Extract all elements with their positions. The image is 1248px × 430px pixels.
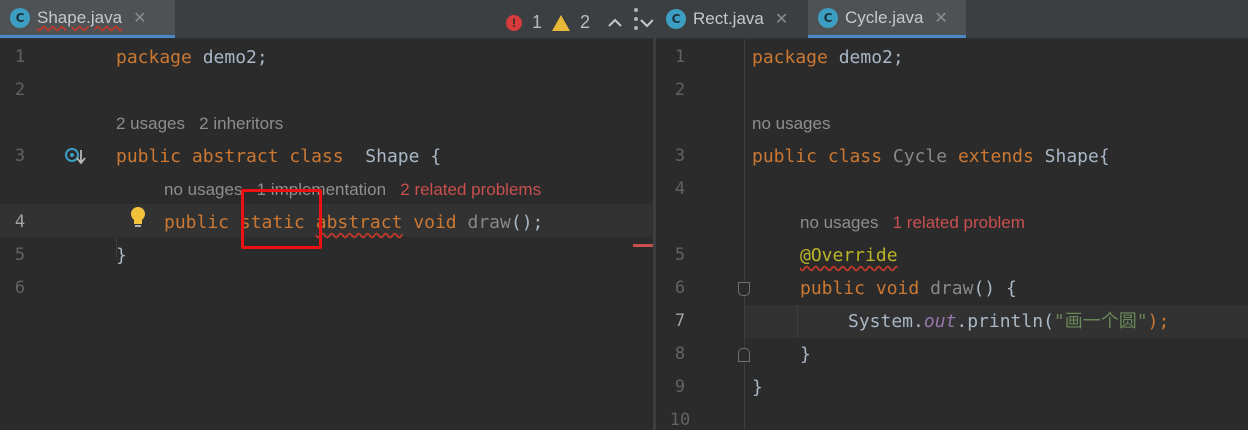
line-number: 1 [674,47,686,67]
inspection-widget[interactable]: ! 1 2 [506,12,653,33]
warning-icon [552,14,571,31]
line-number: 2 [14,80,26,100]
class-usage-hints[interactable]: 2 usages 2 inheritors [116,107,283,140]
line-number: 4 [674,179,686,199]
code-line-9: } [752,377,763,398]
line-number: 4 [14,212,26,232]
line-number: 9 [674,377,686,397]
error-stripe-mark[interactable] [633,244,653,247]
line-number: 7 [674,311,686,331]
line-number: 10 [669,410,691,430]
fold-open-icon[interactable] [738,282,750,296]
class-file-icon: C [10,7,30,28]
fold-close-icon[interactable] [738,348,750,362]
class-file-icon: C [666,9,686,29]
line-number: 8 [674,344,686,364]
tab-rect-java[interactable]: C Rect.java ✕ [656,0,806,38]
line-number: 5 [674,245,686,265]
line-number: 6 [14,278,26,298]
left-editor-pane: C Shape.java ✕ 1 2 3 4 5 6 package demo2… [0,0,653,430]
tab-label: Cycle.java [845,7,924,27]
line-number: 6 [674,278,686,298]
code-line-4: public static abstract void draw(); [164,212,544,233]
close-tab-icon[interactable]: ✕ [934,8,947,28]
left-code-editor[interactable]: 1 2 3 4 5 6 package demo2; 2 usages 2 in… [0,39,653,430]
code-line-7: System.out.println("画一个圆"); [848,311,1170,332]
class-file-icon: C [818,7,838,28]
tab-shape-java[interactable]: C Shape.java ✕ [0,0,175,38]
warning-count: 2 [580,12,591,32]
line-number: 2 [674,80,686,100]
code-line-1: package demo2; [116,47,268,68]
line-number: 1 [14,47,26,67]
line-number: 3 [674,146,686,166]
tab-cycle-java[interactable]: C Cycle.java ✕ [808,0,966,38]
code-line-6: public void draw() { [800,278,1017,299]
error-count: 1 [532,12,543,32]
code-line-3: public class Cycle extends Shape{ [752,146,1110,167]
close-tab-icon[interactable]: ✕ [775,9,788,29]
code-line-1: package demo2; [752,47,904,68]
lightbulb-icon[interactable] [129,206,147,230]
right-editor-pane: C Rect.java ✕ C Cycle.java ✕ 1 2 3 4 5 6… [656,0,1248,430]
highlight-box [241,189,322,249]
close-tab-icon[interactable]: ✕ [133,8,146,28]
method-usage-hints[interactable]: no usages 1 related problem [800,206,1025,239]
code-line-8: } [800,344,811,365]
code-line-3: public abstract class Shape { [116,146,442,167]
code-line-5: } [116,245,127,266]
code-line-5: @Override [800,245,898,266]
line-number: 3 [14,146,26,166]
tab-label: Shape.java [37,7,123,27]
method-usage-hints[interactable]: no usages 1 implementation 2 related pro… [164,173,541,206]
tab-label: Rect.java [693,9,764,28]
chevron-down-icon[interactable] [640,18,653,28]
right-tab-bar: C Rect.java ✕ C Cycle.java ✕ [656,0,1248,39]
chevron-up-icon[interactable] [608,18,622,28]
class-usage-hints[interactable]: no usages [752,107,830,140]
line-number: 5 [14,245,26,265]
implemented-by-icon[interactable] [64,146,86,168]
error-icon: ! [506,14,522,31]
right-code-editor[interactable]: 1 2 3 4 5 6 7 8 9 10 package demo2; no u… [656,39,1248,430]
